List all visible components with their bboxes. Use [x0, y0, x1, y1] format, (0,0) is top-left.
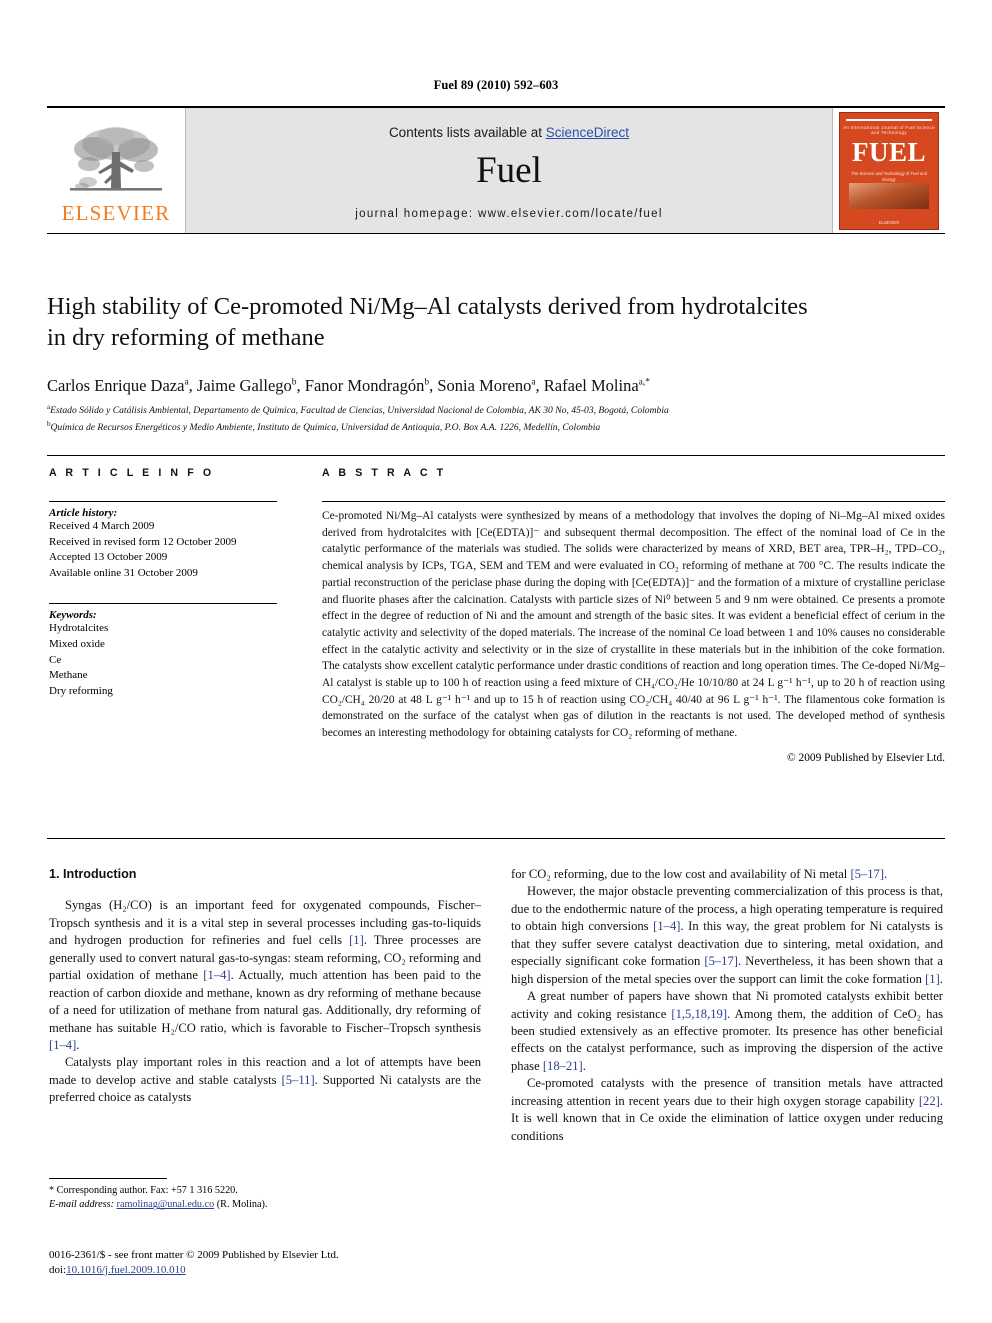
corresponding-author-note: * Corresponding author. Fax: +57 1 316 5…	[49, 1185, 238, 1196]
issn-front-matter: 0016-2361/$ - see front matter © 2009 Pu…	[49, 1249, 339, 1261]
article-history-item: Received 4 March 2009	[49, 520, 155, 532]
elsevier-wordmark: ELSEVIER	[61, 200, 171, 225]
author-affil-mark: a	[531, 377, 536, 388]
author-name: Jaime Gallego	[196, 376, 292, 395]
article-history-item: Available online 31 October 2009	[49, 566, 198, 579]
keywords-label: Keywords:	[49, 609, 97, 622]
abstract-band-bottom-rule	[47, 838, 945, 839]
author: Carlos Enrique Dazaa	[47, 376, 189, 395]
email-note: E-mail address: ramolinag@unal.edu.co (R…	[49, 1198, 481, 1212]
author-affil-mark: b	[291, 377, 297, 388]
affiliation-text: Estado Sólido y Catálisis Ambiental, Dep…	[50, 405, 669, 417]
citation-ref[interactable]: [1–4]	[49, 1038, 76, 1052]
author-name: Rafael Molina	[543, 376, 639, 395]
citation-ref[interactable]: [1–4]	[203, 968, 230, 982]
paper-page: Fuel 89 (2010) 592–603 ELSEVIER Contents…	[0, 0, 992, 1323]
body-paragraph: Catalysts play important roles in this r…	[49, 1055, 481, 1105]
body-paragraph: Ce-promoted catalysts with the presence …	[511, 1076, 943, 1143]
article-title-line1: High stability of Ce-promoted Ni/Mg–Al c…	[47, 293, 808, 320]
imprint-block: 0016-2361/$ - see front matter © 2009 Pu…	[49, 1248, 519, 1278]
abstract-heading: A B S T R A C T	[322, 467, 447, 479]
keyword-item: Ce	[49, 653, 62, 666]
masthead-center: Contents lists available at ScienceDirec…	[185, 108, 833, 233]
journal-cover-thumbnail: An International Journal of Fuel Science…	[839, 111, 939, 230]
article-info-heading: A R T I C L E I N F O	[49, 467, 215, 479]
cover-photo	[849, 182, 929, 209]
citation-ref[interactable]: [5–17]	[850, 867, 884, 881]
doi-line: doi:10.1016/j.fuel.2009.10.010	[49, 1263, 519, 1278]
running-head: Fuel 89 (2010) 592–603	[433, 78, 559, 92]
citation-ref[interactable]: [22]	[919, 1094, 940, 1108]
author: Fanor Mondragónb	[305, 376, 429, 395]
article-info-rule	[49, 501, 277, 502]
doi-link[interactable]: 10.1016/j.fuel.2009.10.010	[66, 1264, 185, 1276]
affiliation: bQuímica de Recursos Energéticos y Medio…	[47, 419, 937, 436]
body-paragraph: for CO₂ reforming, due to the low cost a…	[511, 867, 888, 881]
author: Sonia Morenoa	[437, 376, 535, 395]
article-info-column: A R T I C L E I N F O Article history: R…	[49, 467, 294, 699]
article-history-label: Article history:	[49, 507, 118, 519]
author-name: Sonia Moreno	[437, 376, 532, 395]
author-affil-mark: a,*	[638, 377, 650, 388]
body-paragraph: A great number of papers have shown that…	[511, 989, 943, 1073]
citation-ref[interactable]: [5–17]	[704, 954, 738, 968]
keyword-item: Methane	[49, 669, 88, 682]
abstract-rule	[322, 501, 945, 502]
author: Jaime Gallegob	[197, 376, 297, 395]
contents-prefix: Contents lists available at	[388, 125, 546, 140]
article-title-line2: in dry reforming of methane	[47, 323, 325, 351]
body-paragraph: However, the major obstacle preventing c…	[511, 884, 944, 986]
author: Rafael Molinaa,*	[544, 376, 650, 395]
email-label: E-mail address:	[49, 1199, 114, 1211]
sciencedirect-link[interactable]: ScienceDirect	[546, 125, 629, 140]
cover-tagline: An International Journal of Fuel Science…	[843, 124, 935, 135]
cover-publisher: ELSEVIER	[878, 219, 900, 225]
citation-ref[interactable]: [1]	[925, 972, 940, 986]
author-name: Carlos Enrique Daza	[47, 376, 185, 395]
keywords-rule	[49, 603, 277, 605]
contents-available-line: Contents lists available at ScienceDirec…	[186, 125, 832, 140]
body-paragraph: Syngas (H₂/CO) is an important feed for …	[49, 898, 481, 1052]
abstract-column: A B S T R A C T Ce-promoted Ni/Mg–Al cat…	[322, 467, 945, 764]
affiliation-list: aEstado Sólido y Catálisis Ambiental, De…	[47, 402, 937, 436]
keyword-item: Dry reforming	[49, 684, 113, 697]
abstract-copyright: © 2009 Published by Elsevier Ltd.	[787, 751, 945, 764]
body-column-left: 1. Introduction Syngas (H₂/CO) is an imp…	[49, 866, 481, 1107]
cover-subtitle: The Science and Technology of Fuel and E…	[851, 170, 927, 182]
keyword-item: Mixed oxide	[49, 638, 105, 651]
citation-ref[interactable]: [18–21]	[543, 1059, 583, 1073]
author-name: Fanor Mondragón	[304, 376, 425, 395]
citation-ref[interactable]: [1]	[349, 933, 364, 947]
cover-title: FUEL	[851, 136, 926, 167]
email-owner: (R. Molina).	[216, 1199, 268, 1211]
email-link[interactable]: ramolinag@unal.edu.co	[117, 1199, 215, 1210]
doi-label: doi:	[49, 1264, 67, 1277]
citation-ref[interactable]: [1,5,18,19]	[671, 1007, 727, 1021]
journal-cover-block: An International Journal of Fuel Science…	[833, 108, 945, 233]
author-list: Carlos Enrique Dazaa, Jaime Gallegob, Fa…	[47, 376, 650, 395]
author-affil-mark: a	[184, 377, 189, 388]
abstract-text: Ce-promoted Ni/Mg–Al catalysts were synt…	[322, 510, 945, 740]
elsevier-tree-icon	[70, 126, 162, 191]
journal-homepage[interactable]: journal homepage: www.elsevier.com/locat…	[186, 208, 832, 220]
footnote-rule	[49, 1178, 167, 1179]
article-title: High stability of Ce-promoted Ni/Mg–Al c…	[47, 292, 927, 354]
journal-masthead: ELSEVIER Contents lists available at Sci…	[47, 106, 945, 234]
elsevier-logo: ELSEVIER	[47, 108, 185, 233]
body-column-right: for CO₂ reforming, due to the low cost a…	[511, 866, 943, 1145]
cover-rule	[846, 118, 932, 121]
citation-ref[interactable]: [5–11]	[282, 1073, 315, 1087]
affiliation-text: Química de Recursos Energéticos y Medio …	[50, 421, 601, 433]
author-affil-mark: b	[424, 377, 430, 388]
footnote-block: * Corresponding author. Fax: +57 1 316 5…	[49, 1178, 481, 1213]
keyword-item: Hydrotalcites	[49, 622, 109, 635]
section-heading-introduction: 1. Introduction	[49, 867, 137, 881]
keywords-block: Keywords: Hydrotalcites Mixed oxide Ce M…	[49, 603, 294, 699]
article-history-item: Accepted 13 October 2009	[49, 551, 168, 564]
abstract-band-top-rule	[47, 455, 945, 456]
citation-ref[interactable]: [1–4]	[653, 919, 680, 933]
journal-title: Fuel	[476, 150, 542, 191]
affiliation: aEstado Sólido y Catálisis Ambiental, De…	[47, 402, 937, 419]
article-history-item: Received in revised form 12 October 2009	[49, 535, 237, 548]
